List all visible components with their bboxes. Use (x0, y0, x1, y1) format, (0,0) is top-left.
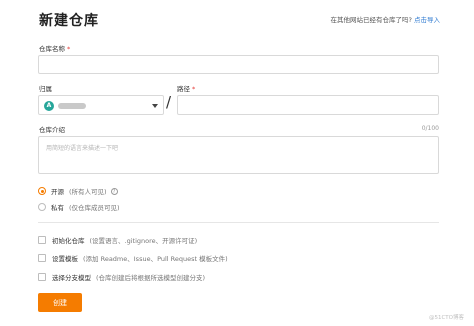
path-separator: / (166, 93, 172, 111)
path-label-text: 路径 (177, 85, 190, 93)
import-hint-text: 在其他网站已经有仓库了吗? (330, 16, 412, 24)
radio-public[interactable] (38, 187, 46, 195)
checkbox-branch-model[interactable] (38, 273, 46, 281)
import-link[interactable]: 点击导入 (414, 16, 440, 24)
required-mark: * (192, 85, 196, 93)
watermark: @51CTO博客 (428, 315, 464, 321)
required-mark: * (67, 45, 71, 53)
owner-select[interactable]: A (38, 95, 164, 115)
path-input[interactable] (177, 95, 439, 115)
radio-private[interactable] (38, 203, 46, 211)
option-branch-model-note: (仓库创建后将根据所选模型创建分支) (96, 274, 206, 282)
visibility-public-note: (所有人可见) (69, 188, 107, 196)
description-textarea[interactable]: 用简短的语言来描述一下吧 (38, 136, 439, 174)
option-branch-model-label: 选择分支模型 (52, 274, 91, 282)
visibility-public[interactable]: 开源 (所有人可见) ? (38, 186, 118, 196)
owner-label: 归属 (39, 85, 52, 93)
visibility-private[interactable]: 私有 (仅仓库成员可见) (38, 202, 120, 212)
avatar: A (44, 101, 54, 111)
option-init-repo-note: (设置语言、.gitignore、开源许可证) (89, 237, 198, 245)
create-button[interactable]: 创建 (38, 293, 82, 312)
section-divider (38, 222, 439, 223)
repo-name-input[interactable] (38, 55, 439, 74)
option-template[interactable]: 设置模板 (添加 Readme、Issue、Pull Request 模板文件) (38, 253, 228, 263)
visibility-public-label: 开源 (51, 188, 64, 196)
help-icon[interactable]: ? (110, 187, 118, 195)
description-placeholder: 用简短的语言来描述一下吧 (46, 145, 119, 152)
path-label: 路径 * (177, 83, 195, 93)
checkbox-init-repo[interactable] (38, 236, 46, 244)
page-title: 新建仓库 (39, 13, 99, 29)
import-hint: 在其他网站已经有仓库了吗? 点击导入 (331, 14, 440, 24)
chevron-down-icon (152, 104, 158, 108)
description-label: 仓库介绍 (39, 126, 65, 134)
option-template-note: (添加 Readme、Issue、Pull Request 模板文件) (83, 255, 228, 263)
visibility-private-label: 私有 (51, 204, 64, 212)
visibility-private-note: (仅仓库成员可见) (69, 204, 120, 212)
option-init-repo-label: 初始化仓库 (52, 237, 85, 245)
char-counter: 0/100 (421, 125, 439, 132)
repo-name-label-text: 仓库名称 (39, 45, 65, 53)
option-branch-model[interactable]: 选择分支模型 (仓库创建后将根据所选模型创建分支) (38, 272, 205, 282)
checkbox-template[interactable] (38, 254, 46, 262)
option-template-label: 设置模板 (52, 255, 78, 263)
owner-name-redacted (58, 103, 86, 109)
repo-name-label: 仓库名称 * (39, 43, 70, 53)
option-init-repo[interactable]: 初始化仓库 (设置语言、.gitignore、开源许可证) (38, 235, 197, 245)
